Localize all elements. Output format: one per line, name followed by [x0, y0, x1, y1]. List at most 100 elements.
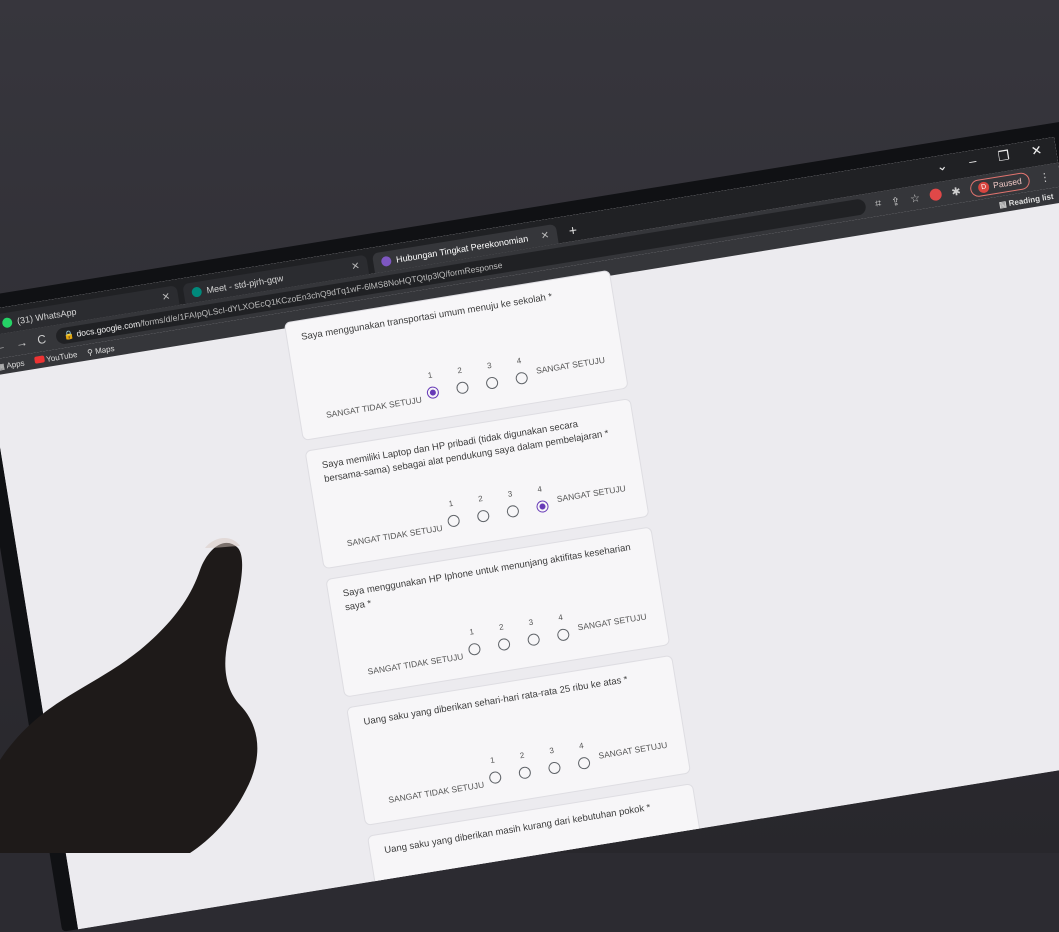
- radio-button[interactable]: [467, 642, 482, 657]
- extension-icon[interactable]: [928, 187, 943, 202]
- scale-number: 2: [539, 879, 546, 889]
- bookmark-label: Apps: [5, 358, 26, 370]
- scale-number: 3: [527, 617, 534, 628]
- scale-option: 1: [443, 498, 461, 528]
- scale-number: 3: [548, 745, 555, 756]
- scale-number: 1: [489, 755, 496, 766]
- scale-number: 1: [427, 370, 433, 381]
- scale-option: 2: [494, 622, 512, 652]
- radio-button[interactable]: [526, 632, 541, 647]
- scale-option: 3: [523, 617, 541, 647]
- scale-min-label: SANGAT TIDAK SETUJU: [325, 394, 423, 420]
- radio-button[interactable]: [538, 894, 553, 908]
- minimize-button[interactable]: –: [968, 153, 978, 170]
- youtube-icon: [33, 354, 45, 364]
- radio-button[interactable]: [497, 637, 511, 652]
- restore-button[interactable]: ❐: [997, 147, 1011, 165]
- close-icon[interactable]: ✕: [161, 291, 171, 303]
- scale-option: 4: [594, 869, 612, 899]
- scale-option: 1: [485, 755, 503, 785]
- meet-icon: [191, 286, 203, 298]
- share-icon[interactable]: ⇪: [890, 194, 901, 208]
- radio-button[interactable]: [506, 504, 520, 519]
- scale-number: 1: [447, 498, 454, 509]
- scale-option: 1: [464, 626, 482, 657]
- scale-option: 2: [473, 493, 491, 523]
- whatsapp-icon: [1, 317, 13, 329]
- radio-button[interactable]: [446, 514, 461, 528]
- scale-number: 3: [507, 489, 514, 499]
- radio-button[interactable]: [597, 884, 612, 899]
- radio-button[interactable]: [568, 889, 583, 904]
- scale-number: 3: [569, 874, 576, 884]
- scale-option: 4: [532, 484, 550, 514]
- scale-number: 2: [456, 365, 463, 376]
- form-column: Saya menggunakan transportasi umum menuj…: [283, 269, 714, 930]
- scale-max-label: SANGAT SETUJU: [618, 868, 689, 890]
- scale-number: 3: [486, 360, 493, 371]
- scale-number: 4: [599, 869, 605, 880]
- scale-min-label: SANGAT TIDAK SETUJU: [346, 522, 444, 549]
- close-window-button[interactable]: ✕: [1030, 142, 1043, 160]
- scale-number: 2: [519, 750, 525, 761]
- reload-button[interactable]: C: [36, 332, 47, 347]
- scale-max-label: SANGAT SETUJU: [535, 354, 606, 376]
- forms-icon: [380, 255, 393, 268]
- bookmark-label: Maps: [94, 343, 116, 356]
- extensions-puzzle-icon[interactable]: ✱: [950, 184, 962, 198]
- scale-number: 4: [557, 612, 564, 623]
- new-tab-button[interactable]: +: [562, 221, 585, 243]
- scale-option: 3: [544, 745, 562, 775]
- forward-button[interactable]: →: [15, 335, 29, 351]
- scale-option: 2: [535, 878, 553, 908]
- radio-button[interactable]: [514, 371, 529, 386]
- bookmark-star-icon[interactable]: ☆: [909, 191, 921, 205]
- close-icon[interactable]: ✕: [350, 260, 360, 272]
- scale-option: 1: [506, 883, 524, 913]
- scale-number: 4: [536, 484, 543, 495]
- avatar: D: [977, 180, 991, 194]
- scale-number: 4: [516, 356, 522, 366]
- radio-button[interactable]: [485, 376, 499, 390]
- radio-button[interactable]: [488, 770, 503, 785]
- scale-option: 1: [422, 370, 440, 400]
- radio-button[interactable]: [535, 499, 550, 514]
- scale-number: 2: [477, 494, 484, 504]
- paused-label: Paused: [992, 175, 1023, 191]
- scale-option: 2: [452, 365, 470, 395]
- back-button[interactable]: ←: [0, 338, 7, 354]
- radio-button[interactable]: [517, 765, 532, 780]
- scale-option: 3: [482, 360, 500, 390]
- scale-min-label: SANGAT TIDAK SETUJU: [408, 907, 506, 930]
- radio-button[interactable]: [577, 756, 591, 771]
- scale-option: 4: [574, 740, 592, 771]
- scale-max-label: SANGAT SETUJU: [556, 483, 627, 505]
- scale-min-label: SANGAT TIDAK SETUJU: [366, 651, 465, 677]
- bookmark-maps[interactable]: ⚲ Maps: [86, 343, 115, 356]
- scale-option: 3: [565, 873, 583, 904]
- linear-scale: SANGAT TIDAK SETUJU 1 2 3 4 SANGAT SETUJU: [393, 856, 695, 930]
- scale-min-label: SANGAT TIDAK SETUJU: [387, 779, 485, 805]
- scale-option: 2: [514, 750, 532, 780]
- radio-button[interactable]: [547, 761, 562, 775]
- translate-icon[interactable]: ⌗: [874, 197, 882, 211]
- radio-button[interactable]: [426, 385, 440, 400]
- tab-search-icon[interactable]: ⌄: [935, 158, 948, 176]
- bookmark-label: YouTube: [45, 349, 78, 364]
- bookmark-apps[interactable]: ▦ Apps: [0, 358, 25, 371]
- url-host: docs.google.com: [75, 318, 141, 339]
- scale-option: 4: [511, 355, 529, 386]
- menu-icon[interactable]: ⋮: [1038, 170, 1051, 185]
- radio-button[interactable]: [455, 380, 470, 395]
- radio-button[interactable]: [476, 509, 491, 523]
- scale-number: 4: [578, 741, 585, 751]
- scale-option: 4: [553, 612, 571, 642]
- radio-button[interactable]: [556, 627, 571, 642]
- scale-max-label: SANGAT SETUJU: [576, 611, 648, 633]
- scale-number: 1: [510, 883, 517, 894]
- radio-button[interactable]: [509, 899, 523, 913]
- scale-max-label: SANGAT SETUJU: [597, 739, 668, 761]
- scale-number: 2: [498, 622, 505, 632]
- scale-option: 3: [502, 488, 520, 519]
- close-icon[interactable]: ✕: [540, 230, 550, 242]
